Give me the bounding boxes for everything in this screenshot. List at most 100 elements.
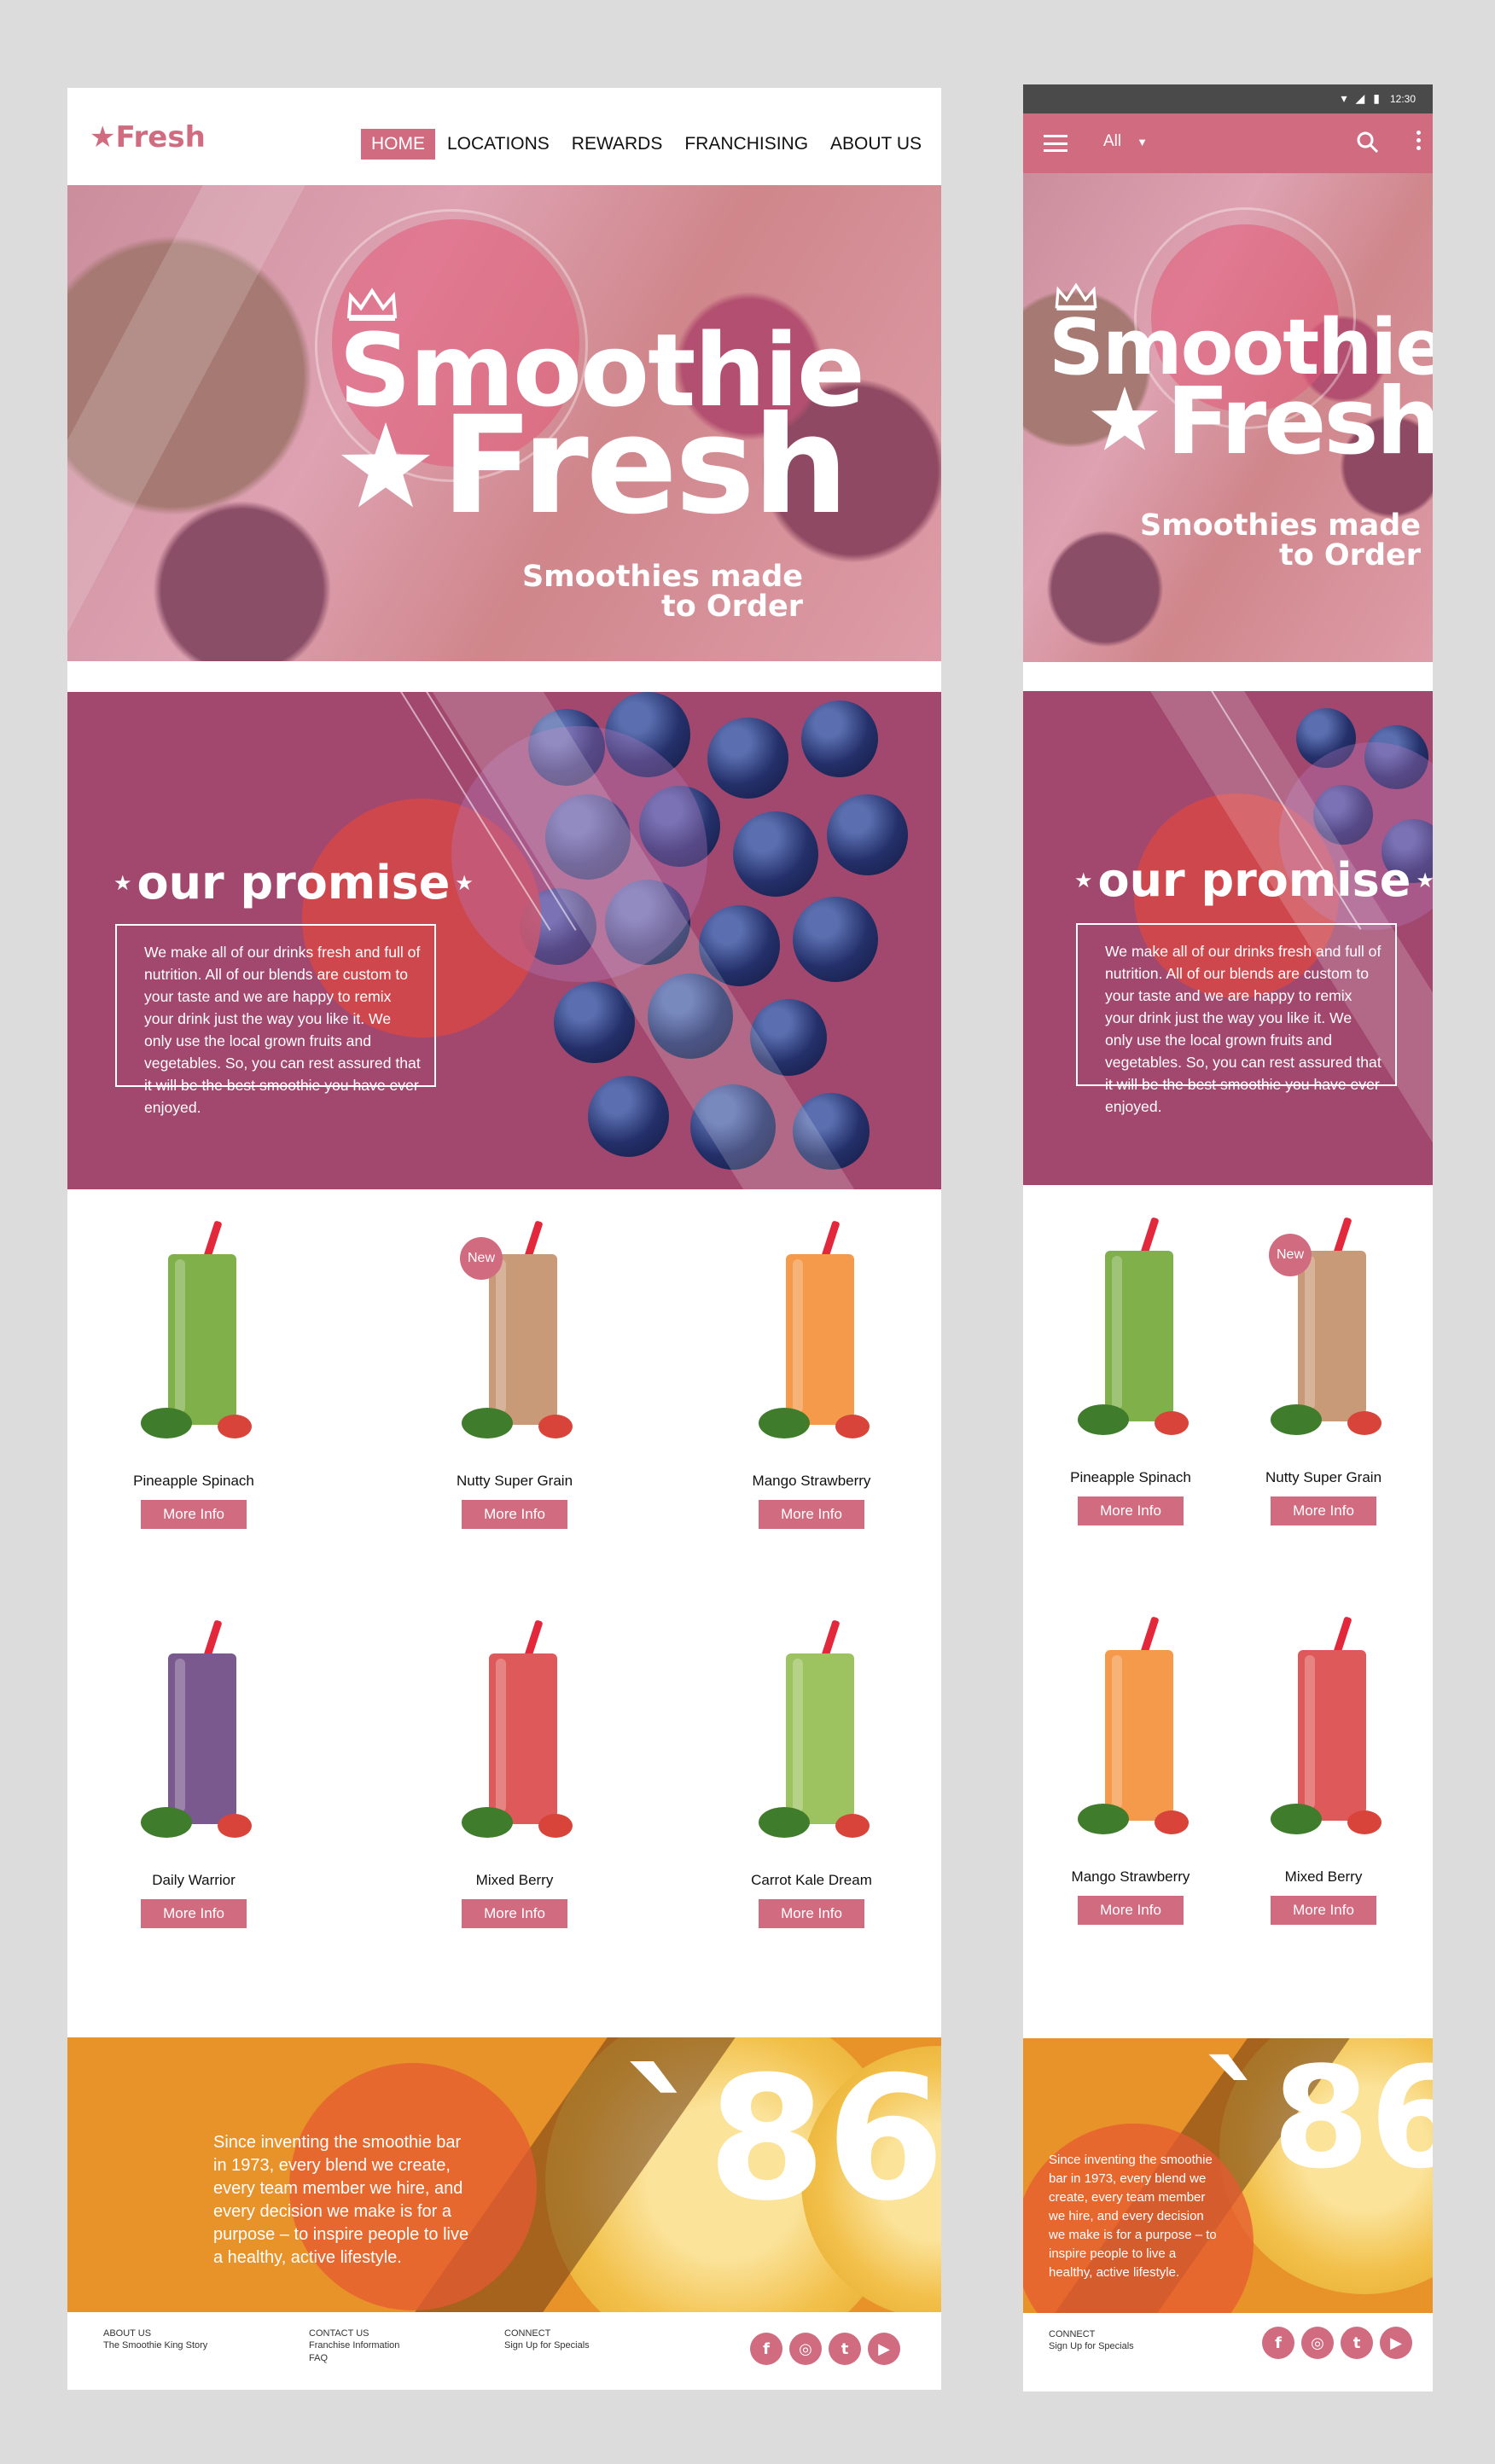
garnish [1271,1804,1322,1834]
product-name: Pineapple Spinach [1070,1469,1191,1485]
product-name: Mango Strawberry [752,1473,871,1489]
product-card: New Nutty Super Grain More Info [438,1220,591,1529]
garnish [1155,1810,1189,1834]
footer-contact-title: CONTACT US [309,2328,369,2339]
more-info-button[interactable]: More Info [1271,1496,1376,1525]
new-badge: New [1269,1234,1312,1276]
youtube-icon[interactable]: ▶ [1380,2327,1412,2359]
product-card: Mixed Berry More Info [438,1619,591,1928]
footer-signup-link[interactable]: Sign Up for Specials [504,2339,590,2351]
app-bar: All ▼ [1023,113,1433,173]
mobile-footer: CONNECT Sign Up for Specials f ◎ t ▶ [1023,2313,1433,2391]
more-info-button[interactable]: More Info [462,1899,567,1928]
footer-connect: CONNECT Sign Up for Specials [504,2327,590,2352]
smoothie-glass [489,1653,557,1824]
nav-franchising[interactable]: FRANCHISING [674,129,818,160]
category-select-label: All [1103,132,1122,150]
smoothie-glass [489,1254,557,1425]
more-vert-icon[interactable] [1416,131,1421,150]
story-text: Since inventing the smoothie bar in 1973… [1049,2153,1217,2280]
facebook-icon[interactable]: f [1262,2327,1294,2359]
star-icon: ★ [455,870,474,895]
smoothie-image [117,1220,270,1467]
hero-tagline-line1: Smoothies made [521,560,803,594]
promise-title-text: our promise [1097,853,1411,907]
product-name: Nutty Super Grain [1265,1469,1382,1485]
hero-title-fresh: Fresh [1166,369,1433,475]
berry [801,700,878,777]
nav-locations[interactable]: LOCATIONS [437,129,560,160]
story-section: `86 Since inventing the smoothie bar in … [67,2037,941,2312]
footer-signup-link[interactable]: Sign Up for Specials [1049,2340,1134,2352]
smoothie-image [1247,1616,1400,1863]
product-name: Mixed Berry [475,1872,554,1888]
brand-logo[interactable]: ★Fresh [90,120,206,154]
product-card: New Nutty Super Grain More Info [1247,1217,1400,1525]
hero-tagline: Smoothies made to Order [522,562,803,622]
category-select[interactable]: All ▼ [1103,132,1148,151]
garnish [218,1415,252,1438]
hero-tagline: Smoothies made to Order [1140,511,1421,571]
footer-connect-title: CONNECT [504,2328,551,2339]
garnish [835,1814,870,1838]
status-icons: ▾ ◢ ▮ [1341,91,1380,106]
nav-rewards[interactable]: REWARDS [561,129,673,160]
hero-tagline-line2: to Order [660,590,803,624]
garnish [538,1415,573,1438]
nav-home[interactable]: HOME [361,129,435,160]
smoothie-image: New [1247,1217,1400,1464]
star-icon: ★ [1416,868,1433,892]
garnish [1347,1810,1382,1834]
garnish [538,1814,573,1838]
product-card: Mango Strawberry More Info [1054,1616,1207,1925]
hero-banner: Smoothie Fresh Smoothies made to Order [67,185,941,661]
promise-section: ★ our promise ★ We make all of our drink… [67,692,941,1189]
mobile-hero-banner: Smoothie Fresh Smoothies made to Order [1023,173,1433,662]
mobile-mockup: ▾ ◢ ▮ 12:30 All ▼ Smoothie Fresh Smoothi… [1023,84,1433,2391]
instagram-icon[interactable]: ◎ [789,2333,822,2365]
promise-heading: ★ our promise ★ [113,856,474,909]
garnish [1271,1404,1322,1435]
twitter-icon[interactable]: t [829,2333,861,2365]
youtube-icon[interactable]: ▶ [868,2333,900,2365]
site-footer: ABOUT US The Smoothie King Story CONTACT… [67,2312,941,2390]
social-links: f ◎ t ▶ [1262,2327,1412,2359]
smoothie-glass [1105,1251,1173,1421]
smoothie-glass [786,1653,854,1824]
footer-about-link[interactable]: The Smoothie King Story [103,2339,207,2351]
smoothie-image [735,1220,888,1467]
desktop-mockup: ★Fresh HOME LOCATIONS REWARDS FRANCHISIN… [67,88,941,2390]
more-info-button[interactable]: More Info [141,1899,247,1928]
search-icon[interactable] [1354,129,1382,156]
mobile-story-section: `86 Since inventing the smoothie bar in … [1023,2038,1433,2313]
caret-down-icon: ▼ [1137,135,1148,148]
hero-tagline-line2: to Order [1278,538,1421,572]
main-nav: HOME LOCATIONS REWARDS FRANCHISING ABOUT… [361,129,934,160]
more-info-button[interactable]: More Info [1078,1496,1184,1525]
smoothie-image [735,1619,888,1867]
product-name: Mango Strawberry [1071,1868,1190,1885]
more-info-button[interactable]: More Info [759,1500,864,1529]
menu-icon[interactable] [1044,135,1067,152]
facebook-icon[interactable]: f [750,2333,782,2365]
garnish [759,1408,810,1438]
berry [707,718,788,799]
instagram-icon[interactable]: ◎ [1301,2327,1334,2359]
more-info-button[interactable]: More Info [462,1500,567,1529]
twitter-icon[interactable]: t [1341,2327,1373,2359]
footer-faq-link[interactable]: FAQ [309,2352,399,2364]
more-info-button[interactable]: More Info [141,1500,247,1529]
footer-franchise-link[interactable]: Franchise Information [309,2339,399,2351]
nav-about-us[interactable]: ABOUT US [820,129,932,160]
status-bar: ▾ ◢ ▮ 12:30 [1023,84,1433,113]
berry [588,1076,669,1157]
promise-title-text: our promise [137,856,451,909]
hero-tagline-line1: Smoothies made [1139,508,1421,543]
more-info-button[interactable]: More Info [1078,1896,1184,1925]
promise-heading: ★ our promise ★ [1074,853,1433,907]
promise-text-box: We make all of our drinks fresh and full… [1076,923,1397,1115]
more-info-button[interactable]: More Info [1271,1896,1376,1925]
product-card: Pineapple Spinach More Info [117,1220,270,1529]
smoothie-glass [168,1254,236,1425]
more-info-button[interactable]: More Info [759,1899,864,1928]
